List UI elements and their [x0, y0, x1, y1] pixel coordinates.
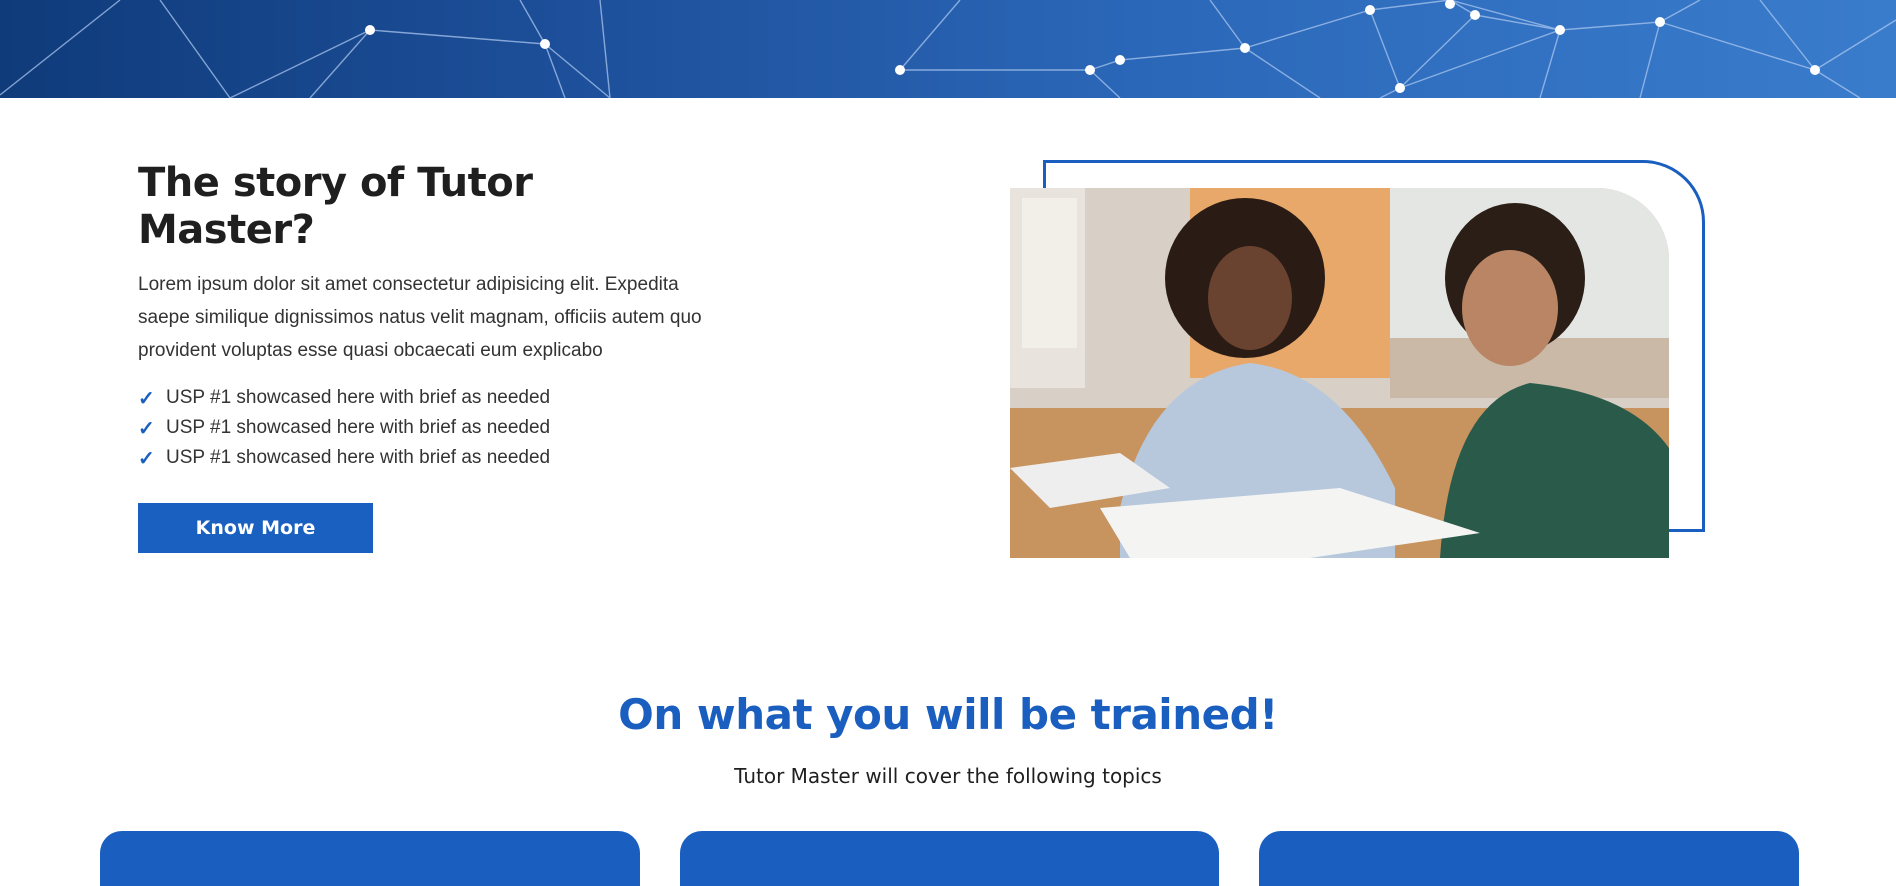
trained-section-subtitle: Tutor Master will cover the following to…: [734, 764, 1162, 788]
topic-card[interactable]: [100, 831, 640, 886]
know-more-button[interactable]: Know More: [138, 503, 373, 553]
topic-card[interactable]: [1259, 831, 1799, 886]
image-frame-edge: [1043, 160, 1046, 190]
check-icon: ✓: [138, 417, 155, 440]
tutor-student-photo: [1010, 188, 1669, 558]
usp-text: USP #1 showcased here with brief as need…: [166, 387, 551, 408]
usp-item: ✓ USP #1 showcased here with brief as ne…: [138, 413, 550, 443]
trained-section-title: On what you will be trained!: [618, 690, 1278, 739]
story-description: Lorem ipsum dolor sit amet consectetur a…: [138, 274, 702, 361]
usp-list: ✓ USP #1 showcased here with brief as ne…: [138, 383, 550, 473]
usp-item: ✓ USP #1 showcased here with brief as ne…: [138, 383, 550, 413]
check-icon: ✓: [138, 447, 155, 470]
image-frame-edge: [1668, 529, 1705, 532]
page: The story of Tutor Master? Lorem ipsum d…: [0, 0, 1896, 886]
photo-illustration: [1010, 188, 1669, 558]
usp-item: ✓ USP #1 showcased here with brief as ne…: [138, 443, 550, 473]
usp-text: USP #1 showcased here with brief as need…: [166, 417, 551, 438]
check-icon: ✓: [138, 387, 155, 410]
topic-card[interactable]: [680, 831, 1219, 886]
network-pattern-icon: [0, 0, 1896, 98]
story-title: The story of Tutor Master?: [138, 160, 533, 253]
hero-banner: [0, 0, 1896, 98]
usp-text: USP #1 showcased here with brief as need…: [166, 447, 551, 468]
